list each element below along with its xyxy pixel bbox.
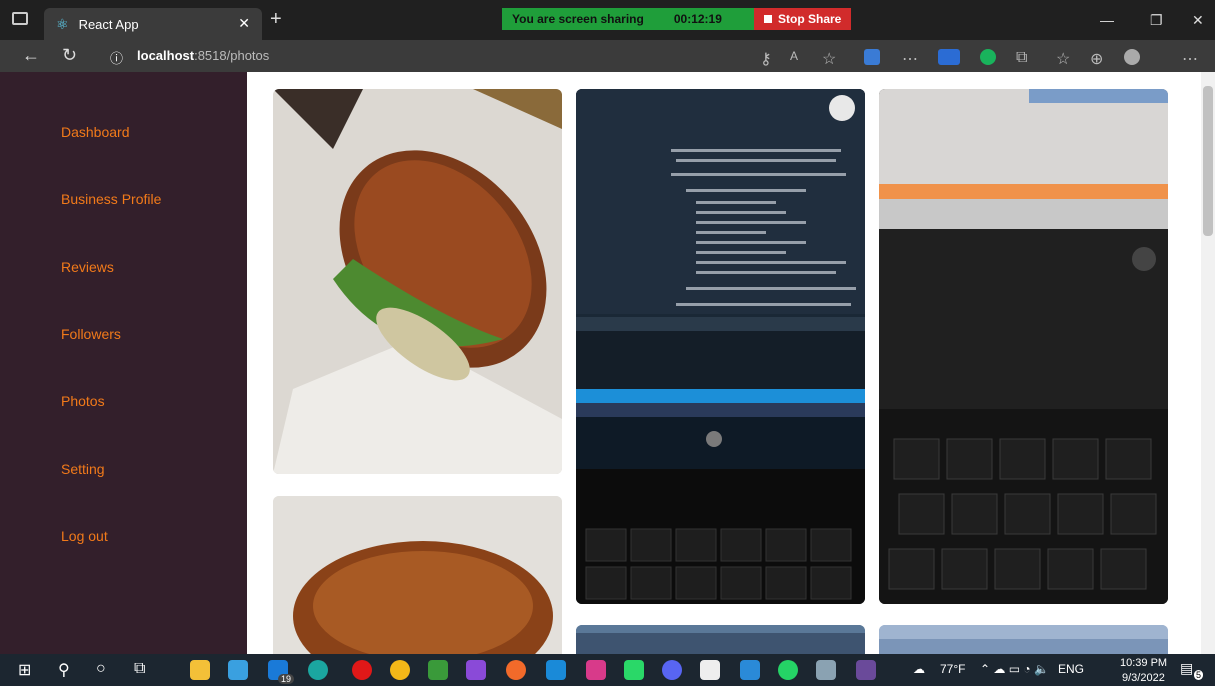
tab-title: React App	[78, 16, 139, 32]
screen-share-timer: 00:12:19	[673, 12, 722, 26]
sidebar-item-setting[interactable]: Setting	[61, 461, 105, 477]
collections-icon[interactable]: ⊕	[1090, 49, 1106, 68]
edge-icon[interactable]	[308, 660, 328, 680]
pycharm-icon[interactable]	[624, 660, 644, 680]
zoom-icon[interactable]	[740, 660, 760, 680]
read-aloud-icon[interactable]: A	[790, 49, 806, 65]
whatsapp-icon[interactable]	[778, 660, 798, 680]
window-menu-icon[interactable]	[12, 12, 28, 25]
sidebar-item-reviews[interactable]: Reviews	[61, 259, 114, 275]
discord-icon[interactable]	[662, 660, 682, 680]
clock-date[interactable]: 9/3/2022	[1122, 672, 1165, 684]
sidebar-item-followers[interactable]: Followers	[61, 326, 121, 342]
photo-card[interactable]	[879, 89, 1168, 604]
favorites-icon[interactable]: ☆	[1056, 49, 1072, 68]
extensions-icon[interactable]: ⧉	[1016, 49, 1032, 66]
sidebar-item-business-profile[interactable]: Business Profile	[61, 191, 161, 207]
more-extensions-icon[interactable]: ⋯	[902, 49, 918, 68]
react-logo-icon: ⚛	[56, 15, 69, 32]
page-scrollbar[interactable]	[1201, 72, 1215, 654]
page-content: Dashboard Business Profile Reviews Follo…	[0, 72, 1215, 654]
laptop-photo	[879, 625, 1168, 654]
cortana-icon[interactable]: ○	[96, 660, 116, 680]
back-icon[interactable]: ←	[22, 45, 40, 66]
new-tab-icon[interactable]: +	[270, 8, 282, 31]
url-host: localhost	[137, 48, 195, 63]
close-window-icon[interactable]: ✕	[1192, 12, 1204, 29]
photo-card[interactable]	[273, 496, 562, 654]
vscode-icon[interactable]	[546, 660, 566, 680]
tab-close-icon[interactable]: ✕	[238, 15, 250, 32]
stop-share-button[interactable]: Stop Share	[754, 8, 852, 30]
search-icon[interactable]: ⚲	[58, 660, 78, 680]
file-explorer-icon[interactable]	[190, 660, 210, 680]
refresh-icon[interactable]: ↻	[62, 45, 77, 66]
settings-more-icon[interactable]: ⋯	[1182, 49, 1198, 68]
stop-icon	[764, 15, 772, 23]
taskbar: ⊞ ⚲ ○ ⧉ 19 ☁ 77°F ⌃ ☁ ▭ ◔ 🔈 ENG 10:39 PM…	[0, 654, 1215, 686]
photo-card[interactable]	[879, 625, 1168, 654]
sidebar-item-dashboard[interactable]: Dashboard	[61, 124, 130, 140]
rider-icon[interactable]	[586, 660, 606, 680]
restore-icon[interactable]: ❐	[1150, 12, 1163, 29]
sidebar-item-logout[interactable]: Log out	[61, 528, 108, 544]
postman-icon[interactable]	[506, 660, 526, 680]
key-icon[interactable]: ⚷	[760, 49, 776, 68]
burger-photo	[273, 496, 562, 654]
opera-icon[interactable]	[352, 660, 372, 680]
grammarly-icon[interactable]	[980, 49, 996, 65]
app-icon[interactable]	[816, 660, 836, 680]
minimize-icon[interactable]: —	[1100, 12, 1114, 28]
favorite-icon[interactable]: ☆	[822, 49, 838, 68]
photo-card[interactable]	[576, 89, 865, 604]
sidebar: Dashboard Business Profile Reviews Follo…	[0, 72, 247, 654]
address-bar: ← ↻ ⓘ localhost:8518/photos ⚷ A ☆ ⋯ ⧉ ☆ …	[0, 40, 1215, 72]
photo-card[interactable]	[273, 89, 562, 474]
weather-temp[interactable]: 77°F	[940, 662, 965, 676]
scrollbar-thumb[interactable]	[1203, 86, 1213, 236]
url-path: :8518/photos	[194, 48, 270, 63]
store-icon[interactable]	[228, 660, 248, 680]
extension-translate-icon[interactable]	[864, 49, 880, 65]
mail-badge: 19	[277, 674, 294, 684]
laptop-photo	[576, 625, 865, 654]
show-hidden-icons[interactable]: ⌃ ☁ ▭ ◔ 🔈	[980, 662, 1049, 676]
url-field[interactable]: ⓘ localhost:8518/photos	[110, 48, 269, 67]
stop-share-label: Stop Share	[778, 12, 842, 26]
cloud-icon[interactable]: ☁	[913, 662, 925, 676]
info-icon: ⓘ	[110, 51, 124, 66]
notification-count: 5	[1194, 670, 1204, 680]
notion-icon[interactable]	[700, 660, 720, 680]
mail-icon[interactable]: 19	[268, 660, 294, 684]
chrome-icon[interactable]	[390, 660, 410, 680]
photo-card[interactable]	[576, 625, 865, 654]
profile-avatar[interactable]	[1124, 49, 1140, 65]
windows-start-icon[interactable]: ⊞	[18, 660, 38, 680]
sidebar-item-photos[interactable]: Photos	[61, 393, 105, 409]
terminal-icon[interactable]	[856, 660, 876, 680]
task-view-icon[interactable]: ⧉	[134, 660, 154, 680]
notifications-icon[interactable]: ▤	[1180, 660, 1193, 677]
burger-photo	[273, 89, 562, 474]
screen-share-bar: You are screen sharing 00:12:19 Stop Sha…	[502, 8, 852, 30]
laptop-code-photo	[576, 89, 865, 604]
lambda-app-icon[interactable]	[428, 660, 448, 680]
language-indicator[interactable]: ENG	[1058, 662, 1084, 676]
laptop-keyboard-photo	[879, 89, 1168, 604]
weather-extension-icon[interactable]	[938, 49, 960, 65]
clock-time[interactable]: 10:39 PM	[1120, 657, 1167, 669]
visual-search-icon[interactable]	[829, 95, 855, 121]
screen-share-status: You are screen sharing	[512, 12, 644, 26]
visual-studio-icon[interactable]	[466, 660, 486, 680]
browser-tab-bar: ⚛ React App ✕ + You are screen sharing 0…	[0, 0, 1215, 40]
browser-tab[interactable]: ⚛ React App ✕	[44, 8, 262, 40]
